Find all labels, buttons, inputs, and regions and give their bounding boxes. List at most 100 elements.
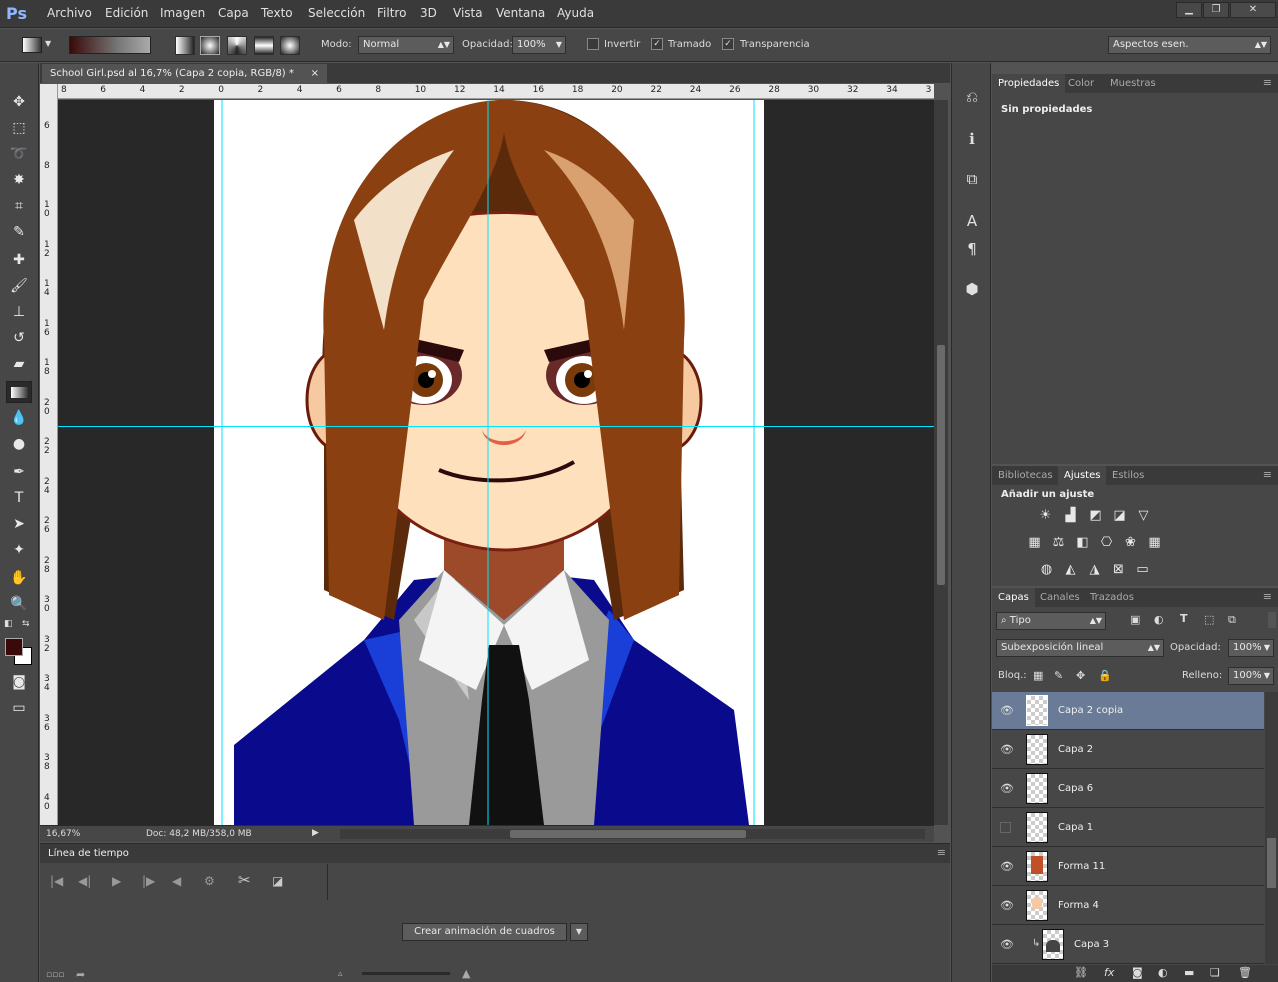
levels-icon[interactable]: ▟: [1062, 507, 1079, 524]
custom-shape-tool-icon[interactable]: ✦: [6, 539, 32, 561]
next-frame-icon[interactable]: |▶: [142, 874, 155, 888]
layer-row-forma-4[interactable]: 👁 Forma 4: [992, 887, 1264, 925]
lock-all-icon[interactable]: 🔒: [1098, 669, 1112, 682]
filter-pixel-icon[interactable]: ▣: [1130, 613, 1140, 626]
fill-input[interactable]: 100% ▼: [1228, 667, 1274, 685]
tab-libraries[interactable]: Bibliotecas: [992, 466, 1059, 485]
transparency-checkbox[interactable]: ✓: [722, 38, 734, 50]
layer-row-capa-3[interactable]: 👁 ↳ Capa 3: [992, 926, 1264, 964]
lasso-tool-icon[interactable]: ➰: [6, 143, 32, 165]
dither-checkbox[interactable]: ✓: [651, 38, 663, 50]
menu-edicion[interactable]: Edición: [105, 6, 148, 20]
path-selection-tool-icon[interactable]: ➤: [6, 513, 32, 535]
restore-button[interactable]: ❐: [1203, 2, 1229, 18]
curves-icon[interactable]: ◩: [1087, 507, 1104, 524]
add-mask-icon[interactable]: ◙: [1132, 966, 1143, 979]
transition-icon[interactable]: ◪: [272, 874, 283, 888]
3d-cube-icon[interactable]: ⬢: [960, 277, 984, 301]
magic-wand-tool-icon[interactable]: ✸: [6, 169, 32, 191]
tab-color[interactable]: Color: [1062, 74, 1100, 93]
layer-row-capa-2[interactable]: 👁 Capa 2: [992, 731, 1264, 769]
history-brush-tool-icon[interactable]: ↺: [6, 327, 32, 349]
trash-icon[interactable]: 🗑: [1238, 966, 1252, 979]
filter-smart-object-icon[interactable]: ⧉: [1228, 613, 1236, 627]
lock-image-icon[interactable]: ✎: [1054, 669, 1063, 682]
horizontal-scroll-thumb[interactable]: [510, 830, 746, 838]
menu-vista[interactable]: Vista: [453, 6, 483, 20]
brightness-contrast-icon[interactable]: ☀: [1037, 507, 1054, 524]
mode-select[interactable]: Normal ▲▼: [358, 36, 454, 54]
zoom-in-mountain-icon[interactable]: ▲: [462, 967, 470, 980]
zoom-out-mountain-icon[interactable]: ▵: [338, 969, 343, 979]
selective-color-icon[interactable]: ⊠: [1110, 561, 1127, 578]
panel-menu-icon[interactable]: ≡: [1263, 468, 1272, 481]
new-group-folder-icon[interactable]: ▬: [1184, 966, 1194, 979]
foreground-color-swatch[interactable]: [5, 638, 23, 656]
visibility-toggle-off[interactable]: [1000, 822, 1011, 833]
menu-capa[interactable]: Capa: [218, 6, 249, 20]
opacity-input[interactable]: 100% ▼: [512, 36, 566, 54]
filter-adjustment-icon[interactable]: ◐: [1154, 613, 1164, 626]
minimize-button[interactable]: ▁: [1176, 2, 1202, 18]
filter-shape-icon[interactable]: ⬚: [1204, 613, 1214, 626]
blend-mode-select[interactable]: Subexposición lineal ▲▼: [996, 639, 1164, 657]
brush-tool-icon[interactable]: 🖌: [6, 275, 32, 297]
hue-saturation-icon[interactable]: ▦: [1026, 534, 1043, 551]
quick-mask-icon[interactable]: ◙: [6, 671, 32, 693]
layer-row-capa-6[interactable]: 👁 Capa 6: [992, 770, 1264, 808]
panel-menu-icon[interactable]: ≡: [1263, 590, 1272, 603]
move-tool-icon[interactable]: ✥: [6, 91, 32, 113]
new-layer-icon[interactable]: ❏: [1210, 966, 1220, 979]
healing-brush-tool-icon[interactable]: ✚: [6, 249, 32, 271]
settings-gear-icon[interactable]: ⚙: [204, 874, 215, 888]
gradient-tool-icon[interactable]: [6, 381, 32, 403]
crop-tool-icon[interactable]: ⌗: [6, 195, 32, 217]
gradient-picker[interactable]: [69, 36, 151, 54]
menu-3d[interactable]: 3D: [420, 6, 437, 20]
tab-layers[interactable]: Capas: [992, 588, 1035, 607]
canvas-workarea[interactable]: [58, 100, 934, 825]
screen-mode-icon[interactable]: ▭: [6, 697, 32, 719]
black-white-icon[interactable]: ◧: [1074, 534, 1091, 551]
radial-gradient-button[interactable]: [200, 36, 220, 55]
posterize-icon[interactable]: ◭: [1062, 561, 1079, 578]
default-colors-icon[interactable]: ◧: [4, 619, 13, 629]
timeline-title[interactable]: Línea de tiempo: [48, 848, 129, 859]
angle-gradient-button[interactable]: [227, 36, 247, 55]
tab-properties[interactable]: Propiedades: [992, 74, 1066, 93]
previous-frame-icon[interactable]: ◀|: [78, 874, 91, 888]
clone-stamp-tool-icon[interactable]: ⊥: [6, 301, 32, 323]
visibility-eye-icon[interactable]: 👁: [1000, 743, 1014, 756]
close-tab-icon[interactable]: ×: [311, 64, 319, 83]
reflected-gradient-button[interactable]: [254, 36, 274, 55]
visibility-eye-icon[interactable]: 👁: [1000, 782, 1014, 795]
channel-mixer-icon[interactable]: ❀: [1122, 534, 1139, 551]
visibility-eye-icon[interactable]: 👁: [1000, 704, 1014, 717]
lock-position-icon[interactable]: ✥: [1076, 669, 1085, 682]
status-menu-arrow-icon[interactable]: ▶: [312, 828, 319, 838]
threshold-icon[interactable]: ◮: [1086, 561, 1103, 578]
menu-imagen[interactable]: Imagen: [160, 6, 205, 20]
tab-paths[interactable]: Trazados: [1084, 588, 1140, 607]
eyedropper-tool-icon[interactable]: ✎: [6, 221, 32, 243]
blur-tool-icon[interactable]: 💧: [6, 407, 32, 429]
lock-transparent-icon[interactable]: ▦: [1033, 669, 1043, 682]
layer-row-forma-11[interactable]: 👁 Forma 11: [992, 848, 1264, 886]
eraser-tool-icon[interactable]: ▰: [6, 353, 32, 375]
dodge-tool-icon[interactable]: ●: [6, 433, 32, 455]
menu-ventana[interactable]: Ventana: [496, 6, 545, 20]
filter-toggle[interactable]: [1268, 612, 1276, 628]
panel-menu-icon[interactable]: ≡: [1263, 76, 1272, 89]
link-layers-icon[interactable]: ⛓: [1074, 966, 1088, 979]
invert-icon[interactable]: ◍: [1038, 561, 1055, 578]
color-balance-icon[interactable]: ⚖: [1050, 534, 1067, 551]
frame-view-icon[interactable]: ▫▫▫: [46, 970, 64, 980]
menu-seleccion[interactable]: Selección: [308, 6, 365, 20]
layer-style-fx-icon[interactable]: fx: [1104, 966, 1114, 979]
play-icon[interactable]: ▶: [112, 874, 121, 888]
gradient-map-icon[interactable]: ▭: [1134, 561, 1151, 578]
first-frame-icon[interactable]: |◀: [50, 874, 63, 888]
filter-type-icon[interactable]: T: [1180, 612, 1188, 625]
tab-swatches[interactable]: Muestras: [1104, 74, 1162, 93]
zoom-level[interactable]: 16,67%: [46, 829, 80, 839]
